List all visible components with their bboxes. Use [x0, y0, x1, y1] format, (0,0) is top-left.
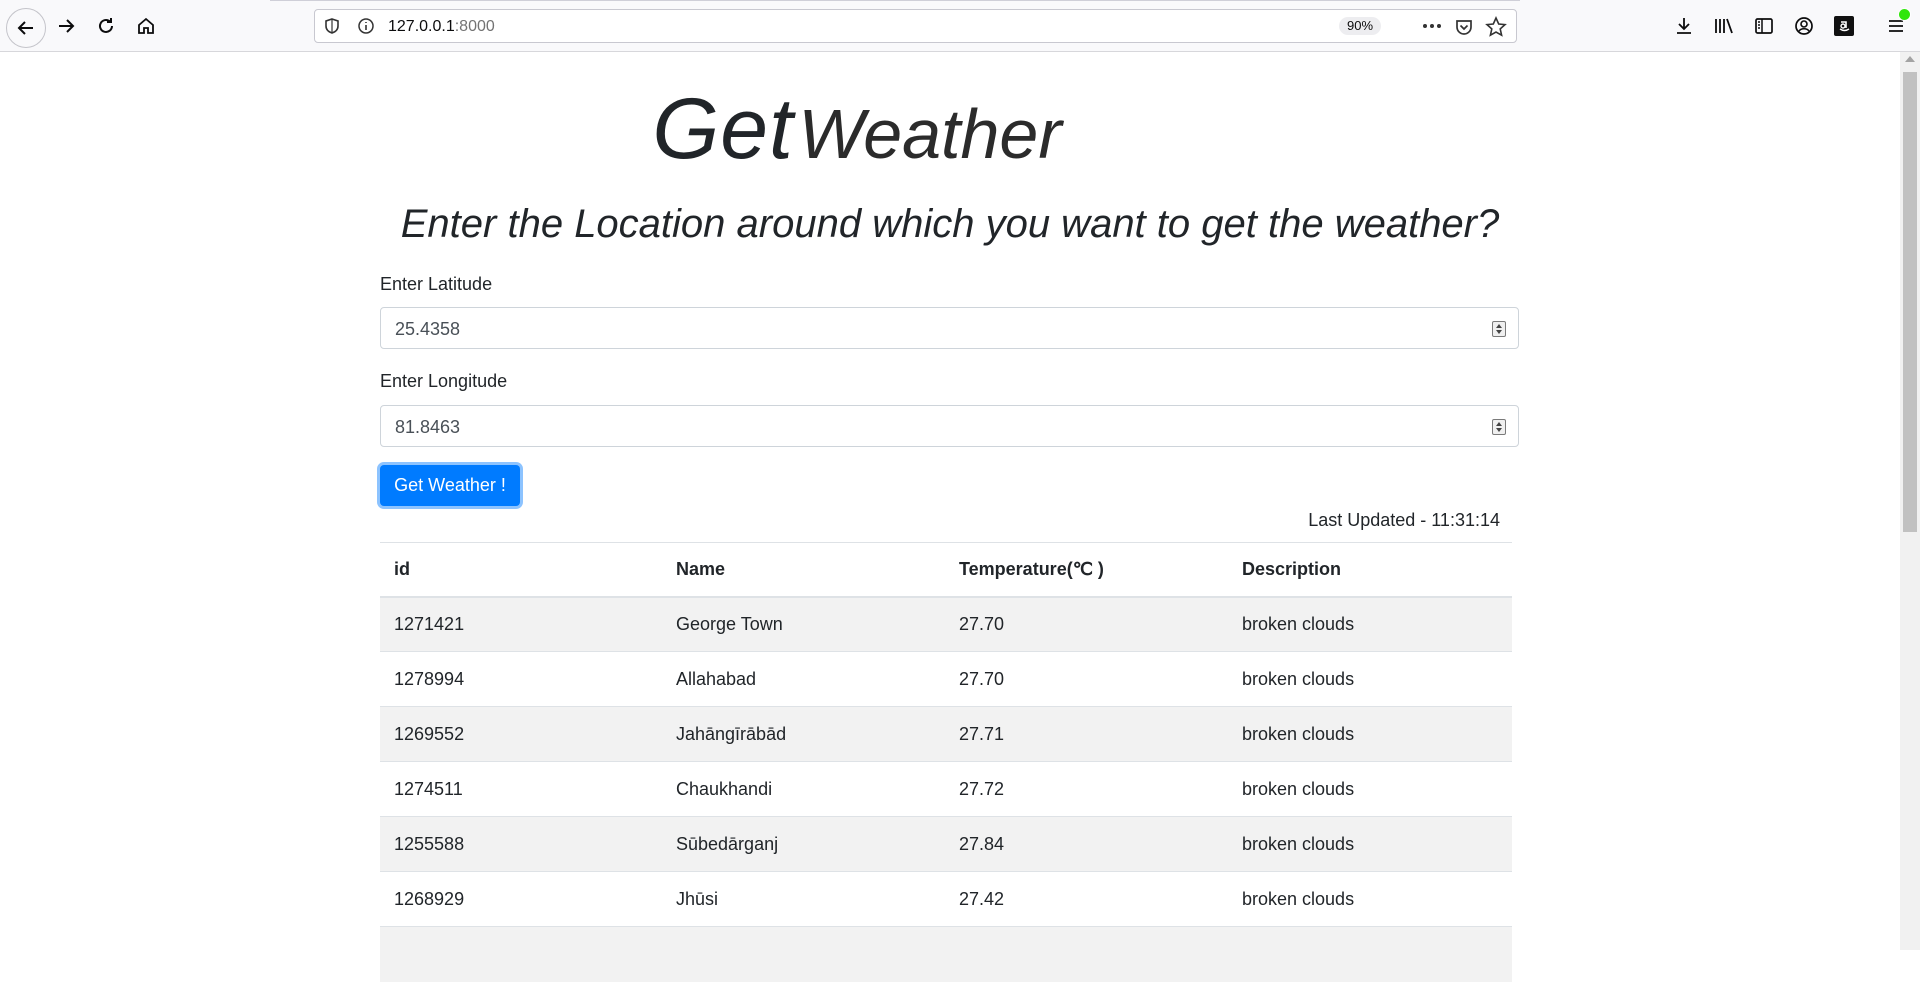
app-menu-button[interactable] — [1880, 8, 1912, 42]
amazon-button[interactable] — [1828, 10, 1860, 42]
pocket-icon[interactable] — [1454, 17, 1474, 42]
home-button[interactable] — [130, 10, 162, 42]
cell-name: Sūbedārganj — [662, 816, 945, 872]
library-icon — [1715, 18, 1733, 34]
cell-id: 1278994 — [380, 651, 662, 707]
shield-icon[interactable] — [323, 17, 341, 40]
forward-icon — [59, 19, 75, 33]
bookmark-star-icon[interactable] — [1485, 16, 1507, 43]
cell-name: Jhūsi — [662, 871, 945, 927]
page-title-light: Weather — [798, 95, 1062, 173]
page-title-strong: Get — [652, 81, 794, 177]
cell-empty — [945, 926, 1228, 982]
longitude-spinner-icon[interactable] — [1492, 419, 1506, 435]
cell-id: 1274511 — [380, 761, 662, 817]
longitude-input[interactable]: 81.8463 — [380, 405, 1519, 447]
longitude-label: Enter Longitude — [380, 371, 508, 391]
url-text[interactable]: 127.0.0.1:8000 — [388, 18, 495, 36]
account-button[interactable] — [1788, 10, 1820, 42]
url-host: 127.0.0.1 — [388, 18, 455, 35]
zoom-badge[interactable]: 90% — [1339, 17, 1382, 35]
library-button[interactable] — [1708, 10, 1740, 42]
column-header-id: id — [380, 542, 662, 598]
tab-strip-edge — [270, 0, 1520, 1]
cell-description: broken clouds — [1228, 651, 1512, 707]
back-icon — [17, 21, 33, 35]
table-row-partial — [380, 926, 1512, 982]
more-icon[interactable] — [1421, 18, 1443, 39]
cell-name: Chaukhandi — [662, 761, 945, 817]
cell-id: 1269552 — [380, 706, 662, 762]
cell-id: 1271421 — [380, 596, 662, 652]
latitude-value: 25.4358 — [395, 319, 461, 339]
account-icon — [1795, 17, 1813, 35]
cell-temperature: 27.71 — [945, 706, 1228, 762]
url-bar[interactable]: 127.0.0.1:8000 90% — [314, 9, 1517, 43]
cell-temperature: 27.42 — [945, 871, 1228, 927]
scroll-thumb[interactable] — [1903, 72, 1917, 532]
cell-description: broken clouds — [1228, 706, 1512, 762]
get-weather-button[interactable]: Get Weather ! — [380, 465, 520, 506]
page-title: Get Weather — [0, 80, 1714, 179]
latitude-label: Enter Latitude — [380, 274, 493, 294]
update-badge-icon — [1898, 8, 1911, 21]
amazon-icon — [1834, 16, 1854, 36]
column-header-name: Name — [662, 542, 945, 598]
table-row: 1271421 George Town 27.70 broken clouds — [380, 596, 1512, 652]
browser-toolbar: 127.0.0.1:8000 90% — [0, 0, 1920, 52]
weather-table: id Name Temperature(℃ ) Description 1271… — [380, 542, 1512, 982]
forward-button[interactable] — [50, 10, 82, 42]
reload-button[interactable] — [90, 10, 122, 42]
table-row: 1278994 Allahabad 27.70 broken clouds — [380, 651, 1512, 707]
home-icon — [138, 17, 154, 34]
downloads-button[interactable] — [1668, 10, 1700, 42]
sidebar-button[interactable] — [1748, 10, 1780, 42]
page-subtitle: Enter the Location around which you want… — [400, 202, 1500, 246]
cell-description: broken clouds — [1228, 871, 1512, 927]
scroll-up-arrow-icon[interactable] — [1905, 56, 1915, 62]
info-icon[interactable] — [357, 17, 375, 40]
table-header-row: id Name Temperature(℃ ) Description — [380, 542, 1512, 598]
cell-description: broken clouds — [1228, 761, 1512, 817]
download-icon — [1677, 18, 1691, 34]
table-row: 1274511 Chaukhandi 27.72 broken clouds — [380, 761, 1512, 817]
back-button[interactable] — [6, 8, 46, 48]
sidebar-icon — [1755, 18, 1773, 34]
cell-empty — [662, 926, 945, 982]
column-header-description: Description — [1228, 542, 1512, 598]
cell-id: 1268929 — [380, 871, 662, 927]
cell-temperature: 27.70 — [945, 651, 1228, 707]
table-row: 1268929 Jhūsi 27.42 broken clouds — [380, 871, 1512, 927]
column-header-temperature: Temperature(℃ ) — [945, 542, 1228, 598]
cell-name: George Town — [662, 596, 945, 652]
cell-description: broken clouds — [1228, 816, 1512, 872]
latitude-input[interactable]: 25.4358 — [380, 307, 1519, 349]
latitude-spinner-icon[interactable] — [1492, 321, 1506, 337]
cell-id: 1255588 — [380, 816, 662, 872]
page-scrollbar[interactable] — [1900, 52, 1920, 950]
longitude-value: 81.8463 — [395, 417, 461, 437]
cell-temperature: 27.72 — [945, 761, 1228, 817]
table-row: 1255588 Sūbedārganj 27.84 broken clouds — [380, 816, 1512, 872]
cell-description: broken clouds — [1228, 596, 1512, 652]
cell-temperature: 27.84 — [945, 816, 1228, 872]
reload-icon — [99, 18, 113, 33]
cell-temperature: 27.70 — [945, 596, 1228, 652]
cell-empty — [380, 926, 662, 982]
last-updated-text: Last Updated - 11:31:14 — [1308, 510, 1500, 530]
cell-name: Jahāngīrābād — [662, 706, 945, 762]
table-row: 1269552 Jahāngīrābād 27.71 broken clouds — [380, 706, 1512, 762]
url-port: :8000 — [454, 18, 495, 35]
cell-empty — [1228, 926, 1512, 982]
cell-name: Allahabad — [662, 651, 945, 707]
